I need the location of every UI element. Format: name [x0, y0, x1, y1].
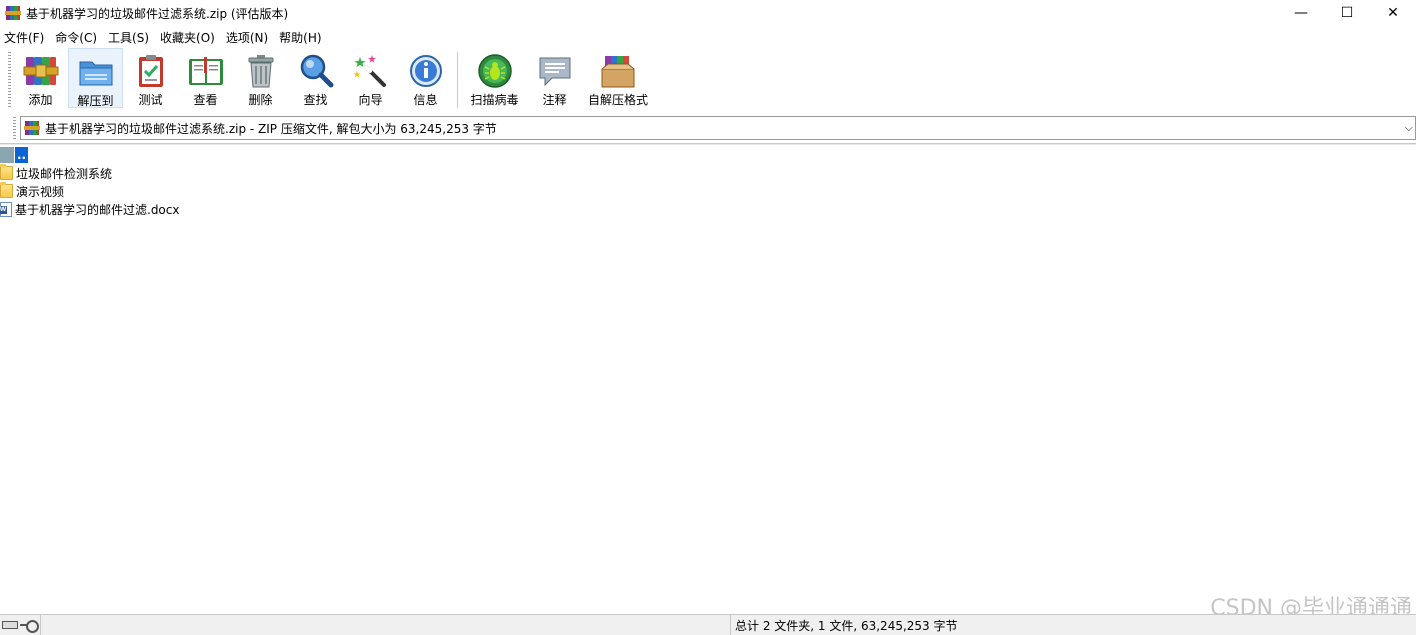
file-name: 演示视频: [16, 184, 65, 199]
menu-favorites[interactable]: 收藏夹(O): [156, 29, 219, 46]
view-label: 查看: [193, 93, 218, 107]
view-book-icon: [187, 53, 225, 89]
comment-label: 注释: [542, 93, 567, 107]
find-label: 查找: [303, 93, 328, 107]
chevron-down-icon[interactable]: ⌵: [1405, 121, 1413, 135]
address-bar: 基于机器学习的垃圾邮件过滤系统.zip - ZIP 压缩文件, 解包大小为 63…: [13, 115, 1416, 141]
list-item[interactable]: 垃圾邮件检测系统: [0, 164, 1416, 182]
menu-options[interactable]: 选项(N): [222, 29, 272, 46]
comment-button[interactable]: 注释: [527, 48, 582, 108]
sfx-label: 自解压格式: [587, 93, 648, 107]
list-item-parent[interactable]: ..: [0, 146, 1416, 164]
comment-icon: [536, 53, 574, 89]
status-icons: [0, 615, 40, 635]
wizard-label: 向导: [358, 93, 383, 107]
wizard-wand-icon: [352, 53, 390, 89]
word-document-icon: [0, 201, 12, 217]
title-bar: 基于机器学习的垃圾邮件过滤系统.zip (评估版本) — ☐ ✕: [0, 0, 1416, 26]
status-selection: [40, 614, 730, 635]
toolbar-separator: [457, 52, 458, 108]
trash-icon: [242, 53, 280, 89]
delete-button[interactable]: 删除: [233, 48, 288, 108]
archive-icon: [24, 120, 40, 136]
virus-scan-label: 扫描病毒: [470, 93, 519, 107]
file-name: 基于机器学习的邮件过滤.docx: [15, 202, 180, 217]
virus-scan-icon: [476, 53, 514, 89]
test-button[interactable]: 测试: [123, 48, 178, 108]
drive-icon[interactable]: [2, 621, 18, 629]
status-summary: 总计 2 文件夹, 1 文件, 63,245,253 字节: [730, 614, 958, 635]
info-label: 信息: [413, 93, 438, 107]
list-item[interactable]: 演示视频: [0, 182, 1416, 200]
menu-file[interactable]: 文件(F): [0, 29, 48, 46]
window-title: 基于机器学习的垃圾邮件过滤系统.zip (评估版本): [26, 6, 289, 21]
key-icon[interactable]: [20, 620, 39, 633]
list-item[interactable]: 基于机器学习的邮件过滤.docx: [0, 200, 1416, 218]
address-text: 基于机器学习的垃圾邮件过滤系统.zip - ZIP 压缩文件, 解包大小为 63…: [45, 121, 497, 136]
folder-icon: [0, 182, 13, 198]
window-controls: — ☐ ✕: [1278, 0, 1416, 26]
folder-icon: [0, 164, 13, 180]
menu-help[interactable]: 帮助(H): [275, 29, 325, 46]
maximize-button[interactable]: ☐: [1324, 0, 1370, 26]
toolbar: 添加 解压到 测试 查看 删除 查找 向导 信息 扫描病毒 注释 自解压格式: [0, 48, 1416, 112]
address-grip[interactable]: [13, 117, 16, 139]
delete-label: 删除: [248, 93, 273, 107]
address-combobox[interactable]: 基于机器学习的垃圾邮件过滤系统.zip - ZIP 压缩文件, 解包大小为 63…: [20, 116, 1416, 140]
close-button[interactable]: ✕: [1370, 0, 1416, 26]
file-name: ..: [15, 147, 29, 163]
add-button[interactable]: 添加: [13, 48, 68, 108]
winrar-app-icon: [5, 5, 21, 21]
add-label: 添加: [28, 93, 53, 107]
test-icon: [132, 53, 170, 89]
file-name: 垃圾邮件检测系统: [16, 166, 113, 181]
sfx-button[interactable]: 自解压格式: [582, 48, 654, 108]
info-icon: [407, 53, 445, 89]
virus-scan-button[interactable]: 扫描病毒: [462, 48, 527, 108]
menu-commands[interactable]: 命令(C): [51, 29, 101, 46]
magnifier-icon: [297, 53, 335, 89]
menu-bar: 文件(F) 命令(C) 工具(S) 收藏夹(O) 选项(N) 帮助(H): [0, 27, 1416, 47]
extract-to-button[interactable]: 解压到: [68, 48, 123, 108]
info-button[interactable]: 信息: [398, 48, 453, 108]
find-button[interactable]: 查找: [288, 48, 343, 108]
extract-to-icon: [77, 54, 115, 90]
add-archive-icon: [22, 53, 60, 89]
minimize-button[interactable]: —: [1278, 0, 1324, 26]
file-list[interactable]: .. 垃圾邮件检测系统 演示视频 基于机器学习的邮件过滤.docx: [0, 146, 1416, 612]
menu-tools[interactable]: 工具(S): [104, 29, 153, 46]
list-divider: [0, 143, 1416, 145]
toolbar-grip[interactable]: [8, 52, 11, 108]
status-bar: 总计 2 文件夹, 1 文件, 63,245,253 字节: [0, 614, 1416, 635]
wizard-button[interactable]: 向导: [343, 48, 398, 108]
sfx-box-icon: [599, 53, 637, 89]
test-label: 测试: [138, 93, 163, 107]
extract-to-label: 解压到: [77, 94, 114, 108]
parent-folder-icon: [0, 147, 14, 163]
view-button[interactable]: 查看: [178, 48, 233, 108]
